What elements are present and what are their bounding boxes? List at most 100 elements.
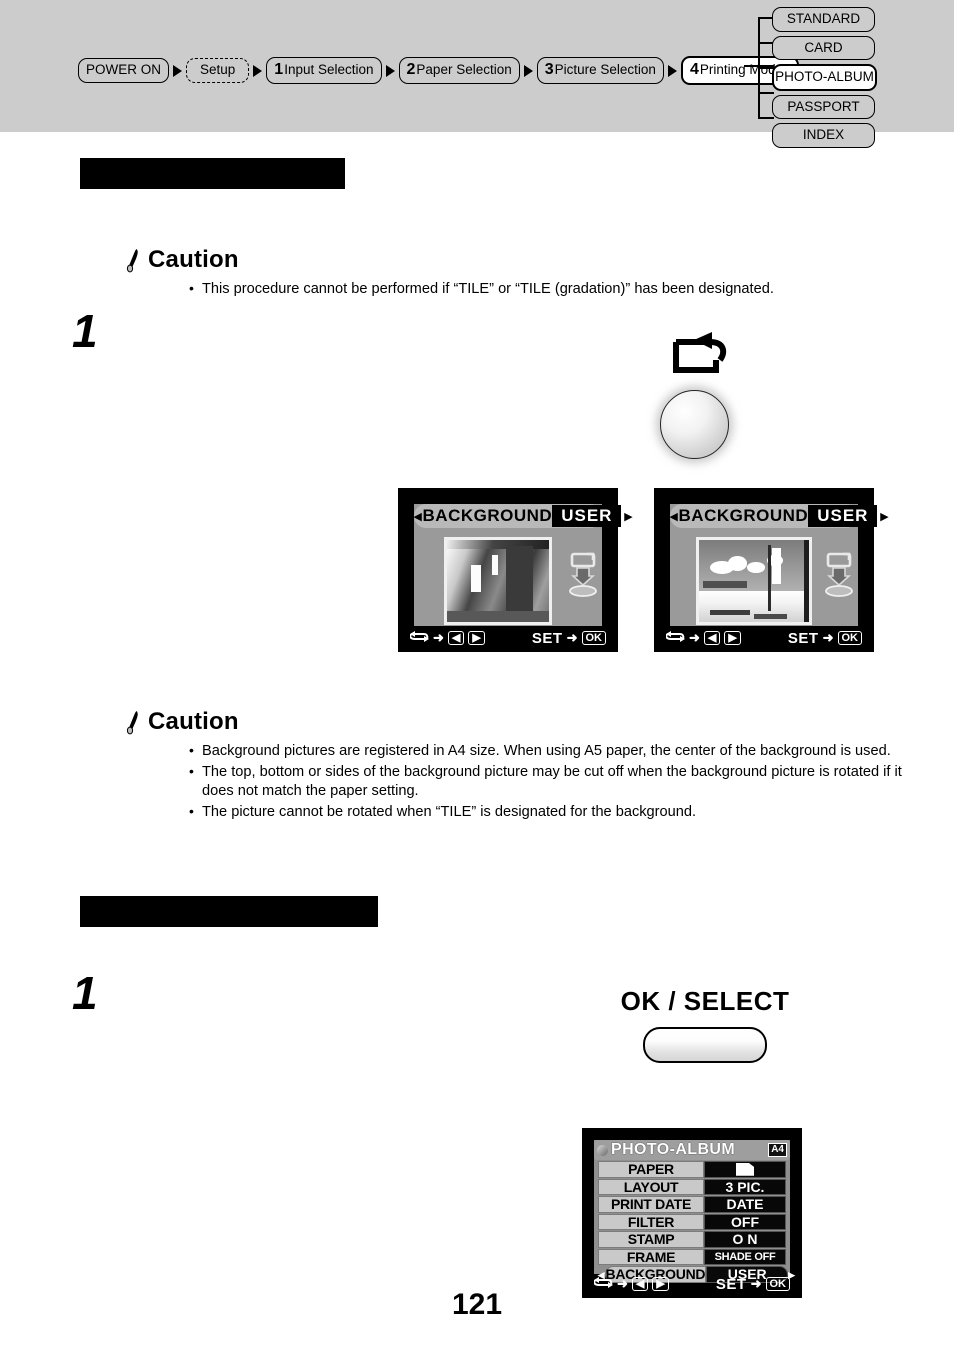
lcd-screen-area: PHOTO-ALBUM A4 PAPER LAYOUT 3 PIC. PRINT…	[594, 1140, 795, 1283]
print-preview-icon	[566, 552, 600, 603]
caution-heading: Caution	[124, 708, 924, 736]
breadcrumb: POWER ON Setup 1 Input Selection 2 Paper…	[78, 56, 799, 85]
right-key-icon: ▶	[724, 630, 741, 646]
menu-row-stamp[interactable]: STAMP O N	[598, 1231, 786, 1248]
hint-arrow-icon: ➜	[689, 630, 700, 645]
breadcrumb-label: Paper Selection	[416, 62, 512, 78]
lcd-screen-area: ◂ BACKGROUND USER ▸	[414, 504, 632, 626]
lcd-photo-album-menu: PHOTO-ALBUM A4 PAPER LAYOUT 3 PIC. PRINT…	[582, 1128, 802, 1298]
lcd-background-after: ◂ BACKGROUND USER ▸ ➜ ◀ ▶ SET ➜ OK	[654, 488, 888, 652]
caution-items: Background pictures are registered in A4…	[187, 741, 924, 822]
mode-item-card[interactable]: CARD	[772, 35, 875, 60]
caution-item: Background pictures are registered in A4…	[187, 741, 924, 761]
mode-label: CARD	[804, 39, 843, 55]
lcd-footer-hints: ➜ ◀ ▶ SET ➜ OK	[409, 628, 606, 648]
pen-icon	[124, 248, 141, 274]
menu-value	[704, 1161, 786, 1178]
mode-item-passport[interactable]: PASSPORT	[772, 94, 875, 119]
menu-value: 3 PIC.	[704, 1178, 786, 1195]
cycle-icon	[665, 630, 685, 646]
cycle-hint: ➜ ◀ ▶	[665, 630, 741, 646]
right-arrow-icon[interactable]: ▸	[880, 507, 888, 525]
lcd-screen-area: ◂ BACKGROUND USER ▸	[670, 504, 888, 626]
breadcrumb-label: POWER ON	[86, 62, 162, 78]
ok-key-icon: OK	[837, 630, 862, 646]
mode-label: PASSPORT	[787, 98, 860, 114]
breadcrumb-arrow-icon	[385, 64, 395, 77]
menu-value: OFF	[704, 1213, 786, 1230]
breadcrumb-item-picture-selection[interactable]: 3 Picture Selection	[536, 57, 664, 84]
menu-rows: PAPER LAYOUT 3 PIC. PRINT DATE DATE FILT…	[598, 1161, 795, 1283]
breadcrumb-step-number: 3	[544, 61, 554, 78]
set-label: SET	[787, 629, 819, 647]
right-arrow-icon[interactable]: ▸	[624, 507, 632, 525]
mode-item-standard[interactable]: STANDARD	[772, 7, 875, 32]
breadcrumb-step-number: 4	[689, 61, 699, 78]
section-heading-bar-1	[80, 158, 345, 189]
lcd-title-value: USER	[552, 505, 622, 527]
breadcrumb-arrow-icon	[253, 64, 263, 77]
menu-value: SHADE OFF	[704, 1248, 786, 1265]
menu-label: PRINT DATE	[598, 1196, 704, 1213]
lcd-title-value: USER	[808, 505, 878, 527]
lcd-background-before: ◂ BACKGROUND USER ▸ ➜ ◀ ▶ SET ➜ OK	[398, 488, 632, 652]
mode-dot-icon	[597, 1144, 608, 1156]
rotate-button-group	[655, 330, 755, 459]
breadcrumb-arrow-icon	[667, 64, 677, 77]
breadcrumb-arrow-icon	[523, 64, 533, 77]
lcd-title-bar: ◂ BACKGROUND USER ▸	[414, 504, 632, 528]
rotate-button[interactable]	[660, 390, 729, 459]
section-heading-bar-2	[80, 896, 378, 927]
breadcrumb-label: Input Selection	[284, 62, 374, 78]
menu-label: FILTER	[598, 1213, 704, 1230]
rotate-icon	[670, 330, 732, 382]
ok-select-button[interactable]	[643, 1027, 767, 1063]
mode-item-photo-album[interactable]: PHOTO-ALBUM	[772, 64, 877, 91]
caution-title: Caution	[148, 246, 239, 273]
menu-header: PHOTO-ALBUM A4	[594, 1140, 790, 1160]
ok-key-icon: OK	[581, 630, 606, 646]
paper-icon	[736, 1162, 754, 1176]
menu-row-paper[interactable]: PAPER	[598, 1161, 786, 1178]
cycle-hint: ➜ ◀ ▶	[409, 630, 485, 646]
menu-row-frame[interactable]: FRAME SHADE OFF	[598, 1248, 786, 1265]
breadcrumb-item-paper-selection[interactable]: 2 Paper Selection	[398, 57, 520, 84]
ok-select-button-group: OK / SELECT	[600, 986, 810, 1076]
left-arrow-icon[interactable]: ◂	[670, 507, 678, 525]
breadcrumb-label: Setup	[200, 62, 236, 78]
lcd-title: BACKGROUND	[678, 506, 809, 525]
breadcrumb-item-input-selection[interactable]: 1 Input Selection	[266, 57, 382, 84]
menu-row-layout[interactable]: LAYOUT 3 PIC.	[598, 1178, 786, 1195]
left-key-icon: ◀	[703, 630, 721, 646]
print-preview-icon	[822, 552, 856, 603]
mode-label: PHOTO-ALBUM	[775, 69, 874, 84]
hint-arrow-icon: ➜	[433, 630, 444, 645]
printing-modes-list: STANDARD CARD PHOTO-ALBUM PASSPORT INDEX	[772, 7, 877, 148]
menu-row-print-date[interactable]: PRINT DATE DATE	[598, 1196, 786, 1213]
breadcrumb-item-power-on[interactable]: POWER ON	[78, 58, 170, 83]
set-hint: SET ➜ OK	[532, 630, 606, 647]
menu-value: O N	[704, 1231, 786, 1248]
breadcrumb-step-number: 1	[274, 61, 284, 78]
breadcrumb-label: Picture Selection	[554, 62, 656, 78]
breadcrumb-arrow-icon	[173, 64, 183, 77]
left-key-icon: ◀	[447, 630, 465, 646]
hint-arrow-icon: ➜	[822, 630, 834, 645]
breadcrumb-step-number: 2	[406, 61, 416, 78]
background-preview-portrait	[444, 537, 552, 625]
caution-block-2: Caution Background pictures are register…	[124, 708, 924, 822]
menu-label: STAMP	[598, 1231, 704, 1248]
caution-items: This procedure cannot be performed if “T…	[187, 279, 924, 299]
ok-select-label: OK / SELECT	[620, 986, 790, 1016]
hint-arrow-icon: ➜	[566, 630, 578, 645]
lcd-footer-hints: ➜ ◀ ▶ SET ➜ OK	[665, 628, 862, 648]
page-number: 121	[451, 1288, 503, 1321]
step-number-1: 1	[72, 305, 98, 357]
left-arrow-icon[interactable]: ◂	[414, 507, 422, 525]
caution-item: This procedure cannot be performed if “T…	[187, 279, 924, 299]
menu-row-filter[interactable]: FILTER OFF	[598, 1213, 786, 1230]
caution-block-1: Caution This procedure cannot be perform…	[124, 246, 924, 299]
lcd-title-bar: ◂ BACKGROUND USER ▸	[670, 504, 888, 528]
breadcrumb-item-setup[interactable]: Setup	[186, 58, 250, 83]
mode-item-index[interactable]: INDEX	[772, 123, 875, 148]
